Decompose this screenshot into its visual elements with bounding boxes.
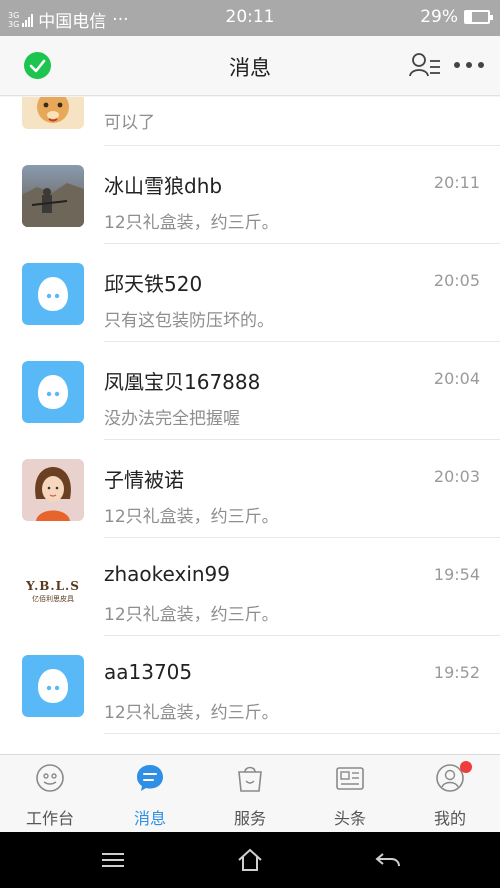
message-time: 20:04 bbox=[433, 369, 480, 388]
bottom-tab-bar: 工作台 消息 服务 头条 我的 bbox=[0, 754, 500, 832]
conversation-list[interactable]: 可以了 冰山雪狼dhb 20:11 12只礼盒装，约三斤。 邱天铁520 20:… bbox=[0, 97, 500, 754]
message-time: 20:03 bbox=[433, 467, 480, 486]
cartoon-avatar bbox=[22, 459, 84, 521]
status-bar: 3G 3G 中国电信 ··· 20:11 29% bbox=[0, 0, 500, 36]
logo-text: Y.B.L.S bbox=[26, 579, 80, 593]
contact-name: zhaokexin99 bbox=[104, 562, 231, 586]
status-right: 29% bbox=[420, 7, 493, 27]
battery-icon bbox=[464, 10, 493, 24]
message-preview: 12只礼盒装，约三斤。 bbox=[104, 507, 279, 527]
message-time: 20:11 bbox=[433, 173, 480, 192]
tab-messages[interactable]: 消息 bbox=[100, 755, 200, 833]
contact-name: 子情被诺 bbox=[104, 468, 184, 492]
qq-default-avatar bbox=[22, 263, 84, 325]
message-preview: 可以了 bbox=[104, 113, 155, 133]
conversation-row[interactable]: 可以了 bbox=[0, 97, 500, 146]
qq-default-avatar bbox=[22, 361, 84, 423]
photo-avatar bbox=[22, 165, 84, 227]
tab-label: 我的 bbox=[433, 809, 466, 828]
tab-profile[interactable]: 我的 bbox=[400, 755, 500, 833]
row-divider bbox=[104, 733, 500, 734]
home-icon[interactable] bbox=[235, 846, 265, 874]
message-preview: 12只礼盒装，约三斤。 bbox=[104, 703, 279, 723]
tab-label: 工作台 bbox=[25, 809, 74, 828]
tab-workbench[interactable]: 工作台 bbox=[0, 755, 100, 833]
more-options-icon[interactable] bbox=[452, 54, 486, 76]
conversation-row[interactable]: 邱天铁520 20:05 只有这包装防压坏的。 bbox=[0, 244, 500, 342]
message-preview: 只有这包装防压坏的。 bbox=[104, 311, 274, 331]
conversation-row[interactable]: 子情被诺 20:03 12只礼盒装，约三斤。 bbox=[0, 440, 500, 538]
workbench-icon bbox=[36, 764, 64, 792]
contact-name: 邱天铁520 bbox=[104, 272, 203, 296]
contact-name: 凤凰宝贝167888 bbox=[104, 370, 261, 394]
menu-icon[interactable] bbox=[98, 846, 128, 874]
notification-badge bbox=[460, 761, 472, 773]
qq-default-avatar bbox=[22, 655, 84, 717]
message-icon bbox=[137, 765, 163, 791]
message-preview: 12只礼盒装，约三斤。 bbox=[104, 213, 279, 233]
battery-percent: 29% bbox=[420, 7, 458, 27]
contact-name: 冰山雪狼dhb bbox=[104, 174, 223, 198]
contacts-icon[interactable] bbox=[409, 52, 441, 78]
ybls-logo-avatar: Y.B.L.S 亿佰利思皮具 bbox=[22, 557, 84, 619]
tab-news[interactable]: 头条 bbox=[300, 755, 400, 833]
tab-label: 头条 bbox=[333, 809, 366, 828]
message-time: 19:52 bbox=[433, 663, 480, 682]
contact-name: aa13705 bbox=[104, 660, 193, 684]
conversation-row[interactable]: 凤凰宝贝167888 20:04 没办法完全把握喔 bbox=[0, 342, 500, 440]
message-time: 19:54 bbox=[433, 565, 480, 584]
tab-label: 服务 bbox=[233, 809, 266, 828]
bear-avatar bbox=[22, 97, 84, 129]
service-bag-icon bbox=[238, 766, 262, 792]
conversation-row[interactable]: aa13705 19:52 12只礼盒装，约三斤。 bbox=[0, 636, 500, 734]
message-preview: 没办法完全把握喔 bbox=[104, 409, 240, 429]
app-header: 消息 bbox=[0, 36, 500, 96]
tab-label: 消息 bbox=[133, 809, 166, 828]
tab-services[interactable]: 服务 bbox=[200, 755, 300, 833]
news-icon bbox=[336, 767, 364, 790]
message-time: 20:05 bbox=[433, 271, 480, 290]
system-nav-bar bbox=[0, 832, 500, 888]
conversation-row[interactable]: Y.B.L.S 亿佰利思皮具 zhaokexin99 19:54 12只礼盒装，… bbox=[0, 538, 500, 636]
conversation-row[interactable]: 冰山雪狼dhb 20:11 12只礼盒装，约三斤。 bbox=[0, 146, 500, 244]
message-preview: 12只礼盒装，约三斤。 bbox=[104, 605, 279, 625]
logo-subtext: 亿佰利思皮具 bbox=[32, 595, 74, 603]
back-icon[interactable] bbox=[373, 846, 403, 874]
